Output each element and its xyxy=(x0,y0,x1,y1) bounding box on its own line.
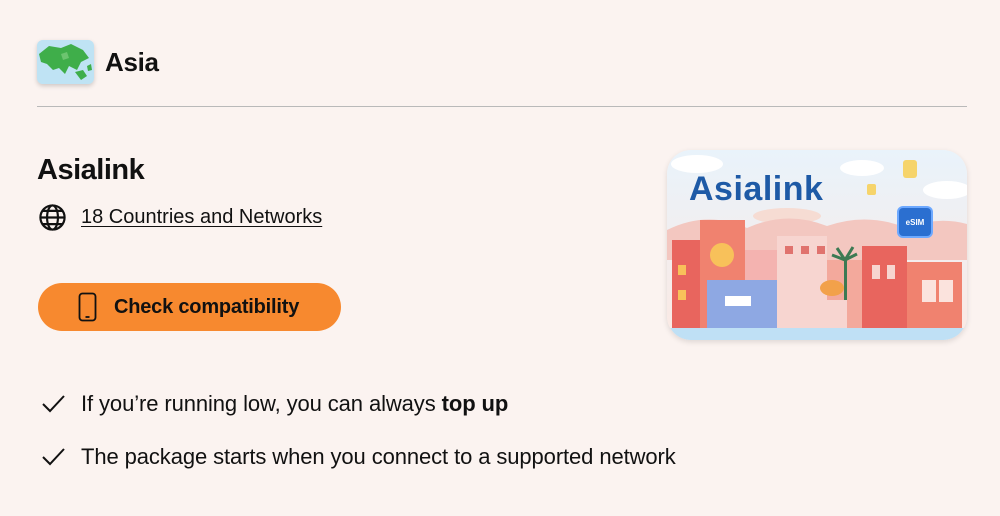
globe-icon xyxy=(39,204,66,231)
check-compatibility-label: Check compatibility xyxy=(114,295,300,318)
feature-text: If you’re running low, you can always to… xyxy=(81,391,509,416)
feature-text: The package starts when you connect to a… xyxy=(81,444,676,469)
divider xyxy=(37,106,967,107)
features-list: If you’re running low, you can always to… xyxy=(40,390,676,496)
esim-chip-icon: eSIM xyxy=(899,208,931,236)
phone-icon xyxy=(78,292,97,322)
asia-map-icon xyxy=(37,40,94,84)
top-up-link: top up xyxy=(441,391,509,416)
plan-card-image: Asialink eSIM xyxy=(667,150,967,340)
check-compatibility-button[interactable]: Check compatibility xyxy=(38,283,341,331)
coverage: 18 Countries and Networks xyxy=(38,203,322,232)
checkmark-icon xyxy=(42,448,65,466)
plan-page: Asia Asialink 18 Countries and Networks … xyxy=(0,0,1000,516)
region-header: Asia xyxy=(37,40,159,84)
feature-item: If you’re running low, you can always to… xyxy=(40,390,676,418)
region-title: Asia xyxy=(105,46,159,77)
plan-name: Asialink xyxy=(37,154,145,186)
card-title: Asialink xyxy=(689,170,824,208)
checkmark-icon xyxy=(42,395,65,413)
coverage-link[interactable]: 18 Countries and Networks xyxy=(81,206,322,229)
feature-item: The package starts when you connect to a… xyxy=(40,443,676,471)
